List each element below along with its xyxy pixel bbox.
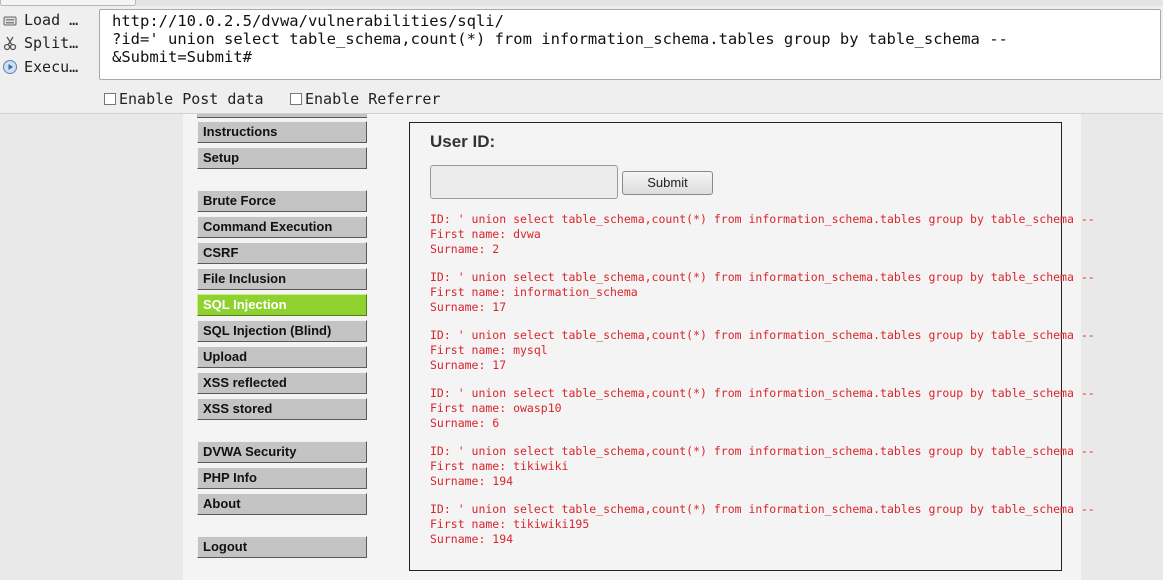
result-entry: ID: ' union select table_schema,count(*)… (430, 386, 1130, 444)
sidebar-item-setup[interactable]: Setup (197, 147, 367, 169)
url-line: ?id=' union select table_schema,count(*)… (112, 30, 1008, 48)
split-url-button[interactable]: Split… (2, 32, 94, 54)
load-url-icon (2, 12, 18, 28)
menu-item-partial[interactable] (197, 114, 367, 118)
sidebar-item-instructions[interactable]: Instructions (197, 121, 367, 143)
user-id-label: User ID: (430, 132, 496, 151)
result-first-name: First name: information_schema (430, 285, 638, 299)
sidebar-item-command-execution[interactable]: Command Execution (197, 216, 367, 238)
query-results: ID: ' union select table_schema,count(*)… (430, 212, 1130, 560)
sidebar-item-about[interactable]: About (197, 493, 367, 515)
result-entry: ID: ' union select table_schema,count(*)… (430, 444, 1130, 502)
sidebar-item-xss-stored[interactable]: XSS stored (197, 398, 367, 420)
sidebar-item-sql-injection[interactable]: SQL Injection (197, 294, 367, 316)
execute-label: Execu… (24, 58, 79, 76)
execute-icon (2, 59, 18, 75)
main-content: User ID: Submit ID: ' union select table… (409, 122, 1095, 571)
browser-tab[interactable] (0, 0, 136, 6)
result-entry: ID: ' union select table_schema,count(*)… (430, 328, 1130, 386)
scissors-icon (2, 35, 18, 51)
sidebar-item-php-info[interactable]: PHP Info (197, 467, 367, 489)
result-id: ID: ' union select table_schema,count(*)… (430, 270, 1095, 284)
result-first-name: First name: dvwa (430, 227, 541, 241)
result-id: ID: ' union select table_schema,count(*)… (430, 328, 1095, 342)
sidebar-item-xss-reflected[interactable]: XSS reflected (197, 372, 367, 394)
result-id: ID: ' union select table_schema,count(*)… (430, 502, 1095, 516)
result-first-name: First name: tikiwiki195 (430, 517, 590, 531)
checkbox-box[interactable] (290, 93, 302, 105)
result-first-name: First name: tikiwiki (430, 459, 569, 473)
result-surname: Surname: 6 (430, 416, 500, 430)
result-surname: Surname: 194 (430, 532, 514, 546)
submit-button[interactable]: Submit (622, 171, 713, 195)
sidebar-item-brute-force[interactable]: Brute Force (197, 190, 367, 212)
enable-referrer-label: Enable Referrer (305, 90, 441, 108)
result-surname: Surname: 2 (430, 242, 500, 256)
sidebar-item-sql-injection-blind[interactable]: SQL Injection (Blind) (197, 320, 367, 342)
load-url-button[interactable]: Load … (2, 9, 94, 31)
url-line: http://10.0.2.5/dvwa/vulnerabilities/sql… (112, 12, 504, 30)
sidebar-item-upload[interactable]: Upload (197, 346, 367, 368)
result-entry: ID: ' union select table_schema,count(*)… (430, 212, 1130, 270)
checkbox-box[interactable] (104, 93, 116, 105)
result-id: ID: ' union select table_schema,count(*)… (430, 212, 1095, 226)
sidebar-item-logout[interactable]: Logout (197, 536, 367, 558)
enable-referrer-checkbox[interactable]: Enable Referrer (290, 90, 440, 108)
result-surname: Surname: 17 (430, 300, 507, 314)
url-line: &Submit=Submit# (112, 48, 252, 66)
sidebar-item-dvwa-security[interactable]: DVWA Security (197, 441, 367, 463)
result-id: ID: ' union select table_schema,count(*)… (430, 444, 1095, 458)
result-entry: ID: ' union select table_schema,count(*)… (430, 502, 1130, 560)
execute-button[interactable]: Execu… (2, 56, 94, 78)
result-first-name: First name: mysql (430, 343, 548, 357)
enable-post-data-checkbox[interactable]: Enable Post data (104, 90, 264, 108)
enable-post-data-label: Enable Post data (119, 90, 264, 108)
sidebar-item-csrf[interactable]: CSRF (197, 242, 367, 264)
user-id-input[interactable] (430, 165, 618, 199)
hackbar-toolbar: Load … Split… Execu… http://10.0.2.5/dvw… (0, 0, 1163, 114)
result-first-name: First name: owasp10 (430, 401, 562, 415)
load-url-label: Load … (24, 11, 79, 29)
result-surname: Surname: 17 (430, 358, 507, 372)
result-entry: ID: ' union select table_schema,count(*)… (430, 270, 1130, 328)
result-surname: Surname: 194 (430, 474, 514, 488)
result-id: ID: ' union select table_schema,count(*)… (430, 386, 1095, 400)
tab-strip (0, 0, 1163, 6)
url-textarea[interactable]: http://10.0.2.5/dvwa/vulnerabilities/sql… (99, 9, 1161, 80)
dvwa-page: Instructions Setup Brute Force Command Exec… (183, 114, 1095, 580)
split-url-label: Split… (24, 34, 79, 52)
sidebar-item-file-inclusion[interactable]: File Inclusion (197, 268, 367, 290)
